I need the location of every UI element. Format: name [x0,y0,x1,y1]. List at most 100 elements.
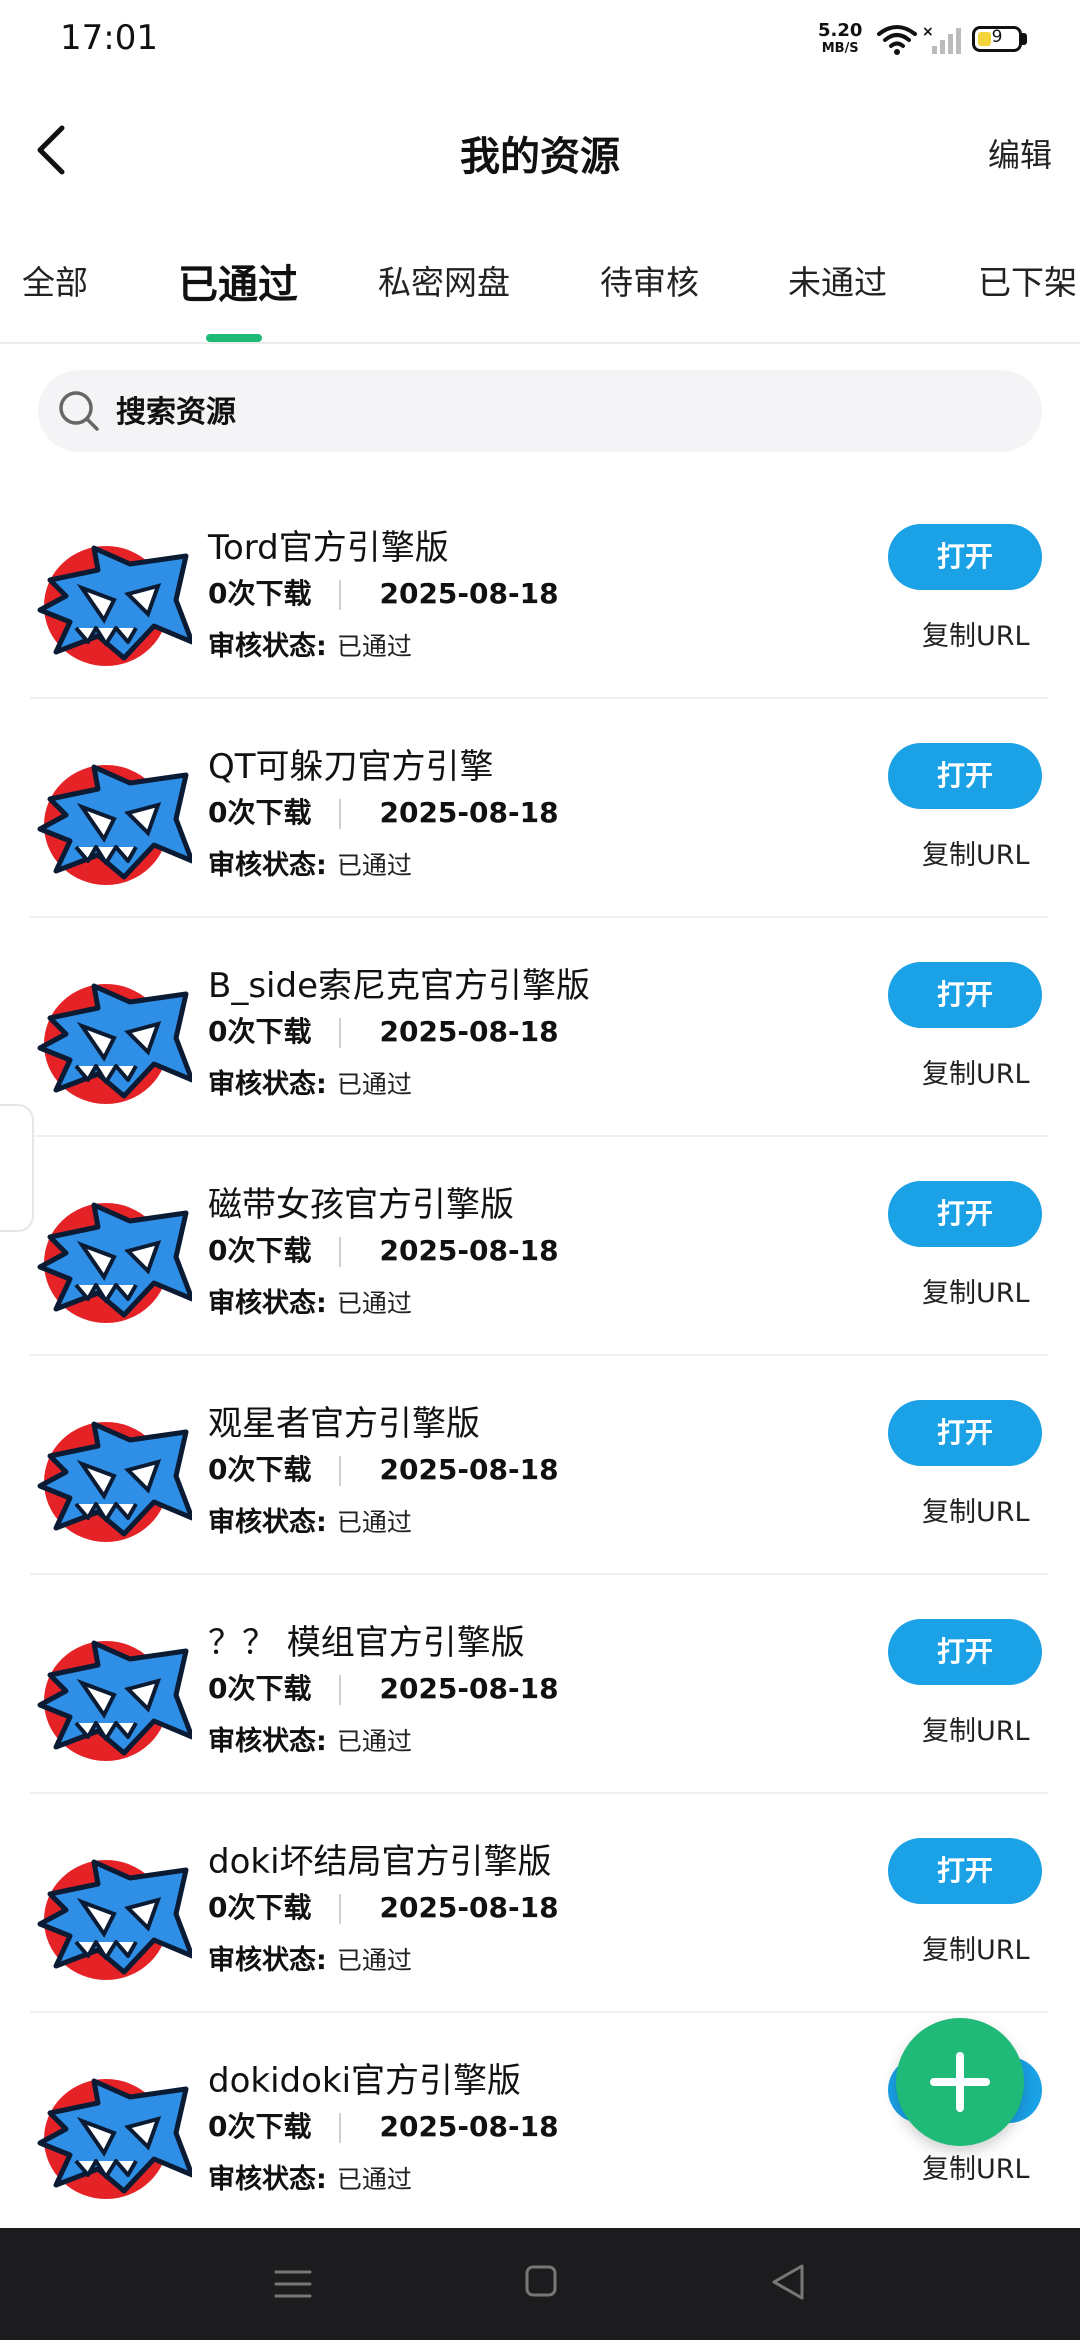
tab-private-drive[interactable]: 私密网盘 [378,256,510,304]
open-button[interactable]: 打开 [888,962,1042,1028]
home-icon[interactable] [524,2264,558,2298]
review-status: 审核状态: 已通过 [208,843,412,882]
item-meta: 0次下载 2025-08-18 [208,2105,559,2145]
copy-url-button[interactable]: 复制URL [922,1052,1030,1091]
review-status: 审核状态: 已通过 [208,1062,412,1101]
item-meta: 0次下载 2025-08-18 [208,1010,559,1050]
tab-pending[interactable]: 待审核 [600,256,699,304]
status-value: 已通过 [336,2165,412,2194]
list-item[interactable]: doki坏结局官方引擎版 0次下载 2025-08-18 审核状态: 已通过 打开 … [0,1794,1080,2013]
review-status: 审核状态: 已通过 [208,2157,412,2196]
system-nav-bar [0,2228,1080,2340]
review-status: 审核状态: 已通过 [208,1719,412,1758]
download-count: 0次下载 [208,1891,312,1924]
resource-thumbnail [37,1640,192,1761]
edit-button[interactable]: 编辑 [988,130,1052,176]
item-meta: 0次下载 2025-08-18 [208,572,559,612]
upload-date: 2025-08-18 [379,1453,559,1486]
status-label: 审核状态: [208,1945,327,1976]
status-value: 已通过 [336,1727,412,1756]
resource-thumbnail [37,1202,192,1323]
copy-url-button[interactable]: 复制URL [922,1709,1030,1748]
resource-list: Tord官方引擎版 0次下载 2025-08-18 审核状态: 已通过 打开 复制U… [0,480,1080,2232]
item-meta: 0次下载 2025-08-18 [208,791,559,831]
status-label: 审核状态: [208,850,327,881]
copy-url-button[interactable]: 复制URL [922,1490,1030,1529]
copy-url-button[interactable]: 复制URL [922,2147,1030,2186]
resource-thumbnail [37,545,192,666]
open-button[interactable]: 打开 [888,1181,1042,1247]
download-count: 0次下载 [208,2110,312,2143]
tab-all[interactable]: 全部 [22,256,88,304]
item-meta: 0次下载 2025-08-18 [208,1448,559,1488]
battery-icon: 9 [972,26,1022,52]
resource-thumbnail [37,2078,192,2199]
copy-url-button[interactable]: 复制URL [922,1271,1030,1310]
resource-thumbnail [37,1859,192,1980]
item-title: 磁带女孩官方引擎版 [208,1185,514,1225]
copy-url-button[interactable]: 复制URL [922,1928,1030,1967]
item-title: doki坏结局官方引擎版 [208,1842,552,1882]
copy-url-button[interactable]: 复制URL [922,833,1030,872]
upload-date: 2025-08-18 [379,1234,559,1267]
resource-thumbnail [37,764,192,885]
list-item[interactable]: QT可躲刀官方引擎 0次下载 2025-08-18 审核状态: 已通过 打开 复制U… [0,699,1080,918]
list-item[interactable]: ？？ 模组官方引擎版 0次下载 2025-08-18 审核状态: 已通过 打开 复制… [0,1575,1080,1794]
status-value: 已通过 [336,851,412,880]
status-value: 已通过 [336,632,412,661]
wifi-icon [877,25,917,55]
download-count: 0次下载 [208,1672,312,1705]
item-title: QT可躲刀官方引擎 [208,747,494,787]
open-button[interactable]: 打开 [888,1400,1042,1466]
status-label: 审核状态: [208,2164,327,2195]
item-meta: 0次下载 2025-08-18 [208,1667,559,1707]
side-drawer-handle[interactable] [0,1104,34,1232]
list-item[interactable]: 磁带女孩官方引擎版 0次下载 2025-08-18 审核状态: 已通过 打开 复制U… [0,1137,1080,1356]
upload-date: 2025-08-18 [379,1015,559,1048]
active-tab-indicator [206,334,262,342]
list-item[interactable]: B_side索尼克官方引擎版 0次下载 2025-08-18 审核状态: 已通过 打… [0,918,1080,1137]
nav-back-icon[interactable] [770,2262,806,2302]
list-item[interactable]: 观星者官方引擎版 0次下载 2025-08-18 审核状态: 已通过 打开 复制UR… [0,1356,1080,1575]
item-title: ？？ 模组官方引擎版 [208,1623,525,1663]
tab-removed[interactable]: 已下架 [978,256,1077,304]
tab-bar: 全部 已通过 私密网盘 待审核 未通过 已下架 [0,230,1080,344]
svg-text:×: × [922,24,934,40]
item-meta: 0次下载 2025-08-18 [208,1886,559,1926]
open-button[interactable]: 打开 [888,1619,1042,1685]
open-button[interactable]: 打开 [888,1838,1042,1904]
plus-icon [930,2052,990,2112]
download-count: 0次下载 [208,577,312,610]
resource-thumbnail [37,1421,192,1542]
review-status: 审核状态: 已通过 [208,1500,412,1539]
status-value: 已通过 [336,1289,412,1318]
item-title: B_side索尼克官方引擎版 [208,966,590,1006]
review-status: 审核状态: 已通过 [208,1938,412,1977]
item-meta: 0次下载 2025-08-18 [208,1229,559,1269]
list-item[interactable]: Tord官方引擎版 0次下载 2025-08-18 审核状态: 已通过 打开 复制U… [0,480,1080,699]
status-label: 审核状态: [208,1069,327,1100]
upload-date: 2025-08-18 [379,1891,559,1924]
tab-rejected[interactable]: 未通过 [788,256,887,304]
network-speed-value: 5.20 [818,20,863,41]
review-status: 审核状态: 已通过 [208,624,412,663]
status-value: 已通过 [336,1070,412,1099]
tab-approved[interactable]: 已通过 [178,252,298,310]
status-label: 审核状态: [208,1726,327,1757]
header: 我的资源 编辑 [0,100,1080,200]
download-count: 0次下载 [208,1453,312,1486]
battery-level: 9 [991,27,1003,47]
copy-url-button[interactable]: 复制URL [922,614,1030,653]
open-button[interactable]: 打开 [888,524,1042,590]
status-label: 审核状态: [208,1288,327,1319]
search-bar[interactable] [38,370,1042,454]
download-count: 0次下载 [208,796,312,829]
menu-icon[interactable] [274,2266,312,2302]
upload-date: 2025-08-18 [379,796,559,829]
search-input[interactable] [114,370,1018,454]
review-status: 审核状态: 已通过 [208,1281,412,1320]
resource-thumbnail [37,983,192,1104]
status-value: 已通过 [336,1508,412,1537]
open-button[interactable]: 打开 [888,743,1042,809]
add-resource-button[interactable] [896,2018,1024,2146]
